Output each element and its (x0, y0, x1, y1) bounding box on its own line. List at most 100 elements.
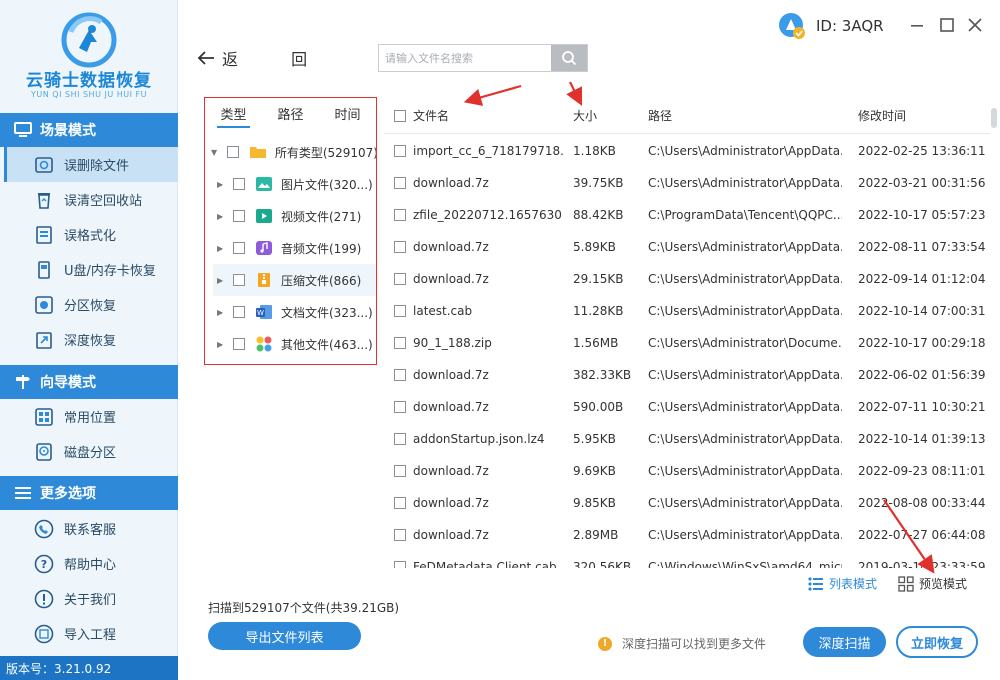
header-time[interactable]: 修改时间 (858, 107, 906, 124)
row-checkbox[interactable] (394, 209, 406, 221)
sidebar-item-label: 误格式化 (64, 229, 117, 244)
minimize-icon (911, 25, 923, 27)
arrow-left-icon (197, 51, 214, 65)
tree-item-audio[interactable]: ▶ 音频文件(199) (205, 232, 376, 264)
table-row[interactable]: addonStartup.json.lz4 5.95KB C:\Users\Admi… (384, 423, 990, 455)
table-row[interactable]: download.7z 9.85KB C:\Users\Administrator\… (384, 487, 990, 519)
usb-drive-icon (34, 260, 54, 280)
header-name[interactable]: 文件名 (413, 107, 449, 124)
list-view-icon (808, 576, 823, 591)
cell-path: C:\Users\Administrator\AppData... (648, 240, 842, 254)
tree-item-label: 压缩文件(866) (281, 273, 362, 288)
table-row[interactable]: download.7z 590.00B C:\Users\Administrator… (384, 391, 990, 423)
tab-time[interactable]: 时间 (319, 98, 376, 134)
table-row[interactable]: download.7z 2.89MB C:\Users\Administrator\… (384, 519, 990, 551)
maximize-button[interactable] (936, 14, 958, 36)
row-checkbox[interactable] (394, 337, 406, 349)
row-checkbox[interactable] (394, 561, 406, 568)
header-path[interactable]: 路径 (648, 107, 842, 124)
sidebar-item-label: 联系客服 (64, 523, 117, 538)
sidebar-item-usb-recovery[interactable]: U盘/内存卡恢复 (4, 252, 178, 287)
row-checkbox[interactable] (394, 241, 406, 253)
deep-scan-button[interactable]: 深度扫描 (803, 627, 886, 657)
sidebar-item-recycle-bin[interactable]: 误清空回收站 (4, 182, 178, 217)
close-button[interactable] (964, 14, 986, 36)
tree-checkbox[interactable] (233, 242, 245, 254)
chevron-down-icon[interactable]: ▼ (211, 148, 221, 157)
section-scene-mode: 场景模式 (0, 113, 178, 147)
recover-now-button[interactable]: 立即恢复 (896, 626, 978, 658)
table-row[interactable]: import_cc_6_718179718... 1.18KB C:\Users\A… (384, 135, 990, 167)
sidebar-item-help-center[interactable]: ? 帮助中心 (4, 546, 178, 581)
tree-item-documents[interactable]: ▶ W 文档文件(323...) (205, 296, 376, 328)
deep-scan-hint: ! 深度扫描可以找到更多文件 (598, 635, 766, 652)
sidebar-item-common-locations[interactable]: 常用位置 (4, 399, 178, 434)
row-checkbox[interactable] (394, 529, 406, 541)
table-row[interactable]: download.7z 5.89KB C:\Users\Administrator\… (384, 231, 990, 263)
tree-checkbox[interactable] (226, 146, 239, 158)
view-preview-mode-button[interactable]: 预览模式 (898, 575, 967, 592)
minimize-button[interactable] (906, 14, 928, 36)
row-checkbox[interactable] (394, 177, 406, 189)
table-row[interactable]: download.7z 382.33KB C:\Users\Administrato… (384, 359, 990, 391)
sidebar-item-about-us[interactable]: 关于我们 (4, 581, 178, 616)
tab-type[interactable]: 类型 (205, 98, 262, 134)
row-checkbox[interactable] (394, 465, 406, 477)
search-input[interactable] (379, 45, 551, 71)
tree-item-videos[interactable]: ▶ 视频文件(271) (205, 200, 376, 232)
tree-item-archives[interactable]: ▶ 压缩文件(866) (213, 264, 376, 296)
section-more-options: 更多选项 (0, 476, 178, 510)
view-list-label: 列表模式 (829, 577, 878, 591)
chevron-right-icon[interactable]: ▶ (217, 276, 227, 285)
section-title: 向导模式 (40, 375, 96, 391)
sidebar-item-deleted-files[interactable]: 误删除文件 (4, 147, 178, 182)
select-all-checkbox[interactable] (394, 109, 406, 122)
table-row[interactable]: download.7z 9.69KB C:\Users\Administrator\… (384, 455, 990, 487)
sidebar-item-format[interactable]: 误格式化 (4, 217, 178, 252)
tree-checkbox[interactable] (233, 306, 245, 318)
table-row[interactable]: download.7z 39.75KB C:\Users\Administrator… (384, 167, 990, 199)
table-row[interactable]: latest.cab 11.28KB C:\Users\Administrator\… (384, 295, 990, 327)
sidebar-item-partition-recovery[interactable]: 分区恢复 (4, 287, 178, 322)
back-button[interactable]: 返 回 (196, 46, 331, 70)
tree-checkbox[interactable] (233, 338, 245, 350)
table-row[interactable]: zfile_20220712.1657630... 88.42KB C:\Progr… (384, 199, 990, 231)
sidebar-item-disk-partition[interactable]: 磁盘分区 (4, 434, 178, 469)
tab-path[interactable]: 路径 (262, 98, 319, 134)
table-row[interactable]: 90_1_188.zip 1.56MB C:\Users\Administrator… (384, 327, 990, 359)
scrollbar[interactable] (991, 108, 997, 128)
row-checkbox[interactable] (394, 305, 406, 317)
tree-item-all-types[interactable]: ▼ 所有类型(529107) (205, 136, 376, 168)
user-id[interactable]: ID: 3AQR (778, 12, 884, 40)
tree-checkbox[interactable] (233, 210, 245, 222)
chevron-right-icon[interactable]: ▶ (217, 180, 227, 189)
row-checkbox[interactable] (394, 369, 406, 381)
cell-size: 5.95KB (573, 432, 616, 446)
row-checkbox[interactable] (394, 433, 406, 445)
sidebar-item-contact-support[interactable]: 联系客服 (4, 511, 178, 546)
chevron-right-icon[interactable]: ▶ (217, 212, 227, 221)
chevron-right-icon[interactable]: ▶ (217, 340, 227, 349)
header-size[interactable]: 大小 (573, 107, 597, 124)
row-checkbox[interactable] (394, 401, 406, 413)
sidebar-item-import-project[interactable]: 导入工程 (4, 616, 178, 651)
table-row[interactable]: download.7z 29.15KB C:\Users\Administrator… (384, 263, 990, 295)
tree-item-images[interactable]: ▶ 图片文件(320...) (205, 168, 376, 200)
tree-checkbox[interactable] (233, 178, 245, 190)
cell-time: 2022-08-11 07:33:54 (858, 240, 986, 254)
view-list-mode-button[interactable]: 列表模式 (808, 575, 877, 592)
row-checkbox[interactable] (394, 273, 406, 285)
sidebar-item-deep-recovery[interactable]: 深度恢复 (4, 322, 178, 357)
cell-name: FeDMetadata.Client.cab (413, 560, 557, 568)
svg-text:?: ? (41, 558, 47, 571)
row-checkbox[interactable] (394, 497, 406, 509)
search-button[interactable] (551, 45, 587, 71)
chevron-right-icon[interactable]: ▶ (217, 244, 227, 253)
chevron-right-icon[interactable]: ▶ (217, 308, 227, 317)
export-file-list-button[interactable]: 导出文件列表 (208, 622, 361, 650)
cell-time: 2022-09-14 01:12:04 (858, 272, 986, 286)
tree-item-others[interactable]: ▶ 其他文件(463...) (205, 328, 376, 360)
row-checkbox[interactable] (394, 145, 406, 157)
table-row[interactable]: FeDMetadata.Client.cab 320.56KB C:\Windows… (384, 551, 990, 568)
tree-checkbox[interactable] (233, 274, 245, 286)
